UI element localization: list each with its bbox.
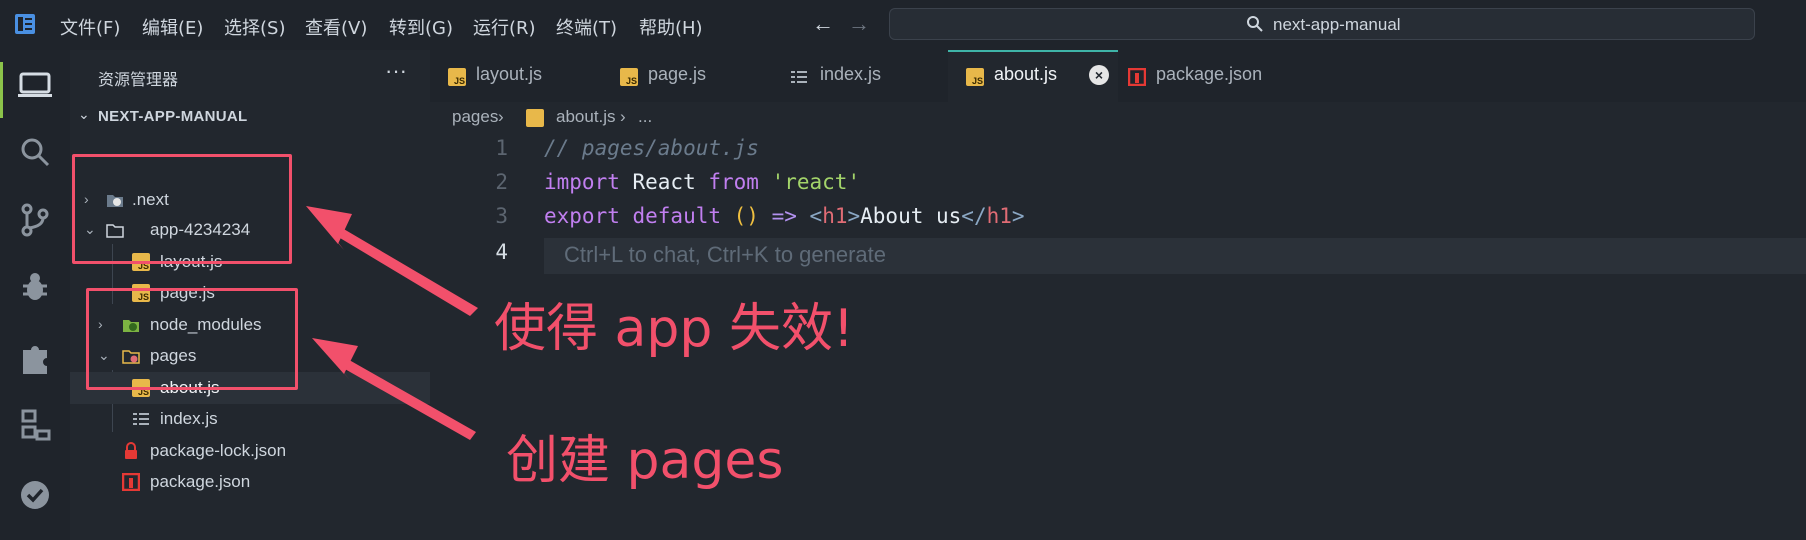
back-arrow-icon[interactable]: ← [812,11,834,37]
js-file-icon: JS [966,68,984,86]
explorer-icon[interactable] [15,65,55,105]
sidebar-title: 资源管理器 [98,70,179,89]
code-text: About us [860,204,962,228]
menu-selection[interactable]: 选择(S) [224,14,285,40]
tab-label: index.js [820,64,882,84]
forward-arrow-icon[interactable]: → [848,11,870,37]
menu-edit[interactable]: 编辑(E) [142,14,203,40]
chevron-down-icon: ⌄ [78,106,90,122]
app-logo-icon [15,14,35,34]
tab-layout-js[interactable]: JS layout.js [430,50,590,102]
project-header[interactable]: ⌄ NEXT-APP-MANUAL [70,102,430,130]
checklist-icon[interactable] [15,475,55,515]
menu-view[interactable]: 查看(V) [305,14,367,40]
more-actions-icon[interactable]: ··· [385,58,407,84]
breadcrumb-folder[interactable]: pages [452,107,498,127]
code-keyword: export [544,204,620,228]
npm-icon [122,473,140,491]
tree-item-package-json[interactable]: package.json [70,466,430,498]
code-identifier: React [619,170,709,194]
code-tag: h1 [822,204,848,228]
tab-package-json[interactable]: package.json [1120,50,1300,102]
code-string: 'react' [758,170,861,194]
activity-active-indicator [0,62,3,118]
ai-inline-hint: Ctrl+L to chat, Ctrl+K to generate [564,242,887,267]
annotation-box-app [72,154,292,264]
breadcrumb-separator: › [498,107,504,126]
active-tab-underline [948,50,1118,52]
breadcrumb-file[interactable]: about.js [556,107,616,127]
annotation-text-1: 使得 app 失效! [494,299,854,359]
search-sidebar-icon[interactable] [15,132,55,172]
list-file-icon [133,413,149,425]
code-bracket: </ [961,204,987,228]
line-number: 1 [495,136,508,160]
tab-label: page.js [648,64,707,84]
tree-item-package-lock[interactable]: package-lock.json [70,435,430,467]
js-file-icon: JS [448,68,466,86]
command-center-search[interactable]: next-app-manual [889,8,1755,40]
line-number: 2 [495,170,508,194]
lock-icon [125,442,137,459]
source-control-icon[interactable] [15,200,55,240]
list-file-icon [791,71,807,83]
annotation-text-2: 创建 pages [506,431,784,491]
breadcrumb-separator: › [620,107,626,126]
tab-page-js[interactable]: JS page.js [590,50,760,102]
command-center-text: next-app-manual [1273,15,1401,34]
menu-run[interactable]: 运行(R) [473,14,536,40]
close-tab-icon[interactable]: × [1089,65,1109,85]
extensions-icon[interactable] [15,338,55,378]
remote-explorer-icon[interactable] [15,405,55,445]
code-keyword: default [619,204,722,228]
code-line-2[interactable]: import React from 'react' [544,170,860,194]
search-icon [1247,16,1263,32]
code-keyword: import [544,170,620,194]
menu-help[interactable]: 帮助(H) [639,14,703,40]
breadcrumb-more[interactable]: ... [638,107,652,127]
annotation-box-pages [86,288,298,390]
debug-icon[interactable] [15,268,55,308]
js-file-icon [526,109,544,127]
tree-item-label: index.js [160,409,218,428]
editor-tab-bar: JS layout.js JS page.js index.js JS abou… [430,50,1806,102]
code-bracket: > [1011,204,1025,228]
code-bracket: > [847,204,861,228]
code-line-3[interactable]: export default () => <h1>About us</h1> [544,204,1025,228]
menu-goto[interactable]: 转到(G) [389,14,453,40]
line-number: 3 [495,204,508,228]
menu-file[interactable]: 文件(F) [60,14,120,40]
tree-item-index-js[interactable]: index.js [70,403,430,435]
code-tag: h1 [986,204,1012,228]
npm-icon [1128,68,1146,86]
code-keyword: from [708,170,759,194]
tab-label: layout.js [476,64,543,84]
tab-label: about.js [994,64,1058,84]
code-comment: // pages/about.js [544,136,759,160]
code-bracket: < [796,204,823,228]
tree-item-label: package.json [150,472,251,491]
menu-terminal[interactable]: 终端(T) [556,14,617,40]
code-line-1[interactable]: // pages/about.js [544,136,759,160]
project-name: NEXT-APP-MANUAL [98,108,248,125]
code-operator: => [758,204,797,228]
js-file-icon: JS [620,68,638,86]
activity-bar [0,50,70,540]
code-paren: () [721,204,759,228]
tab-label: package.json [1156,64,1263,84]
line-number-current: 4 [495,240,508,264]
tree-item-label: package-lock.json [150,441,287,460]
title-bar: 文件(F) 编辑(E) 选择(S) 查看(V) 转到(G) 运行(R) 终端(T… [0,0,1806,50]
